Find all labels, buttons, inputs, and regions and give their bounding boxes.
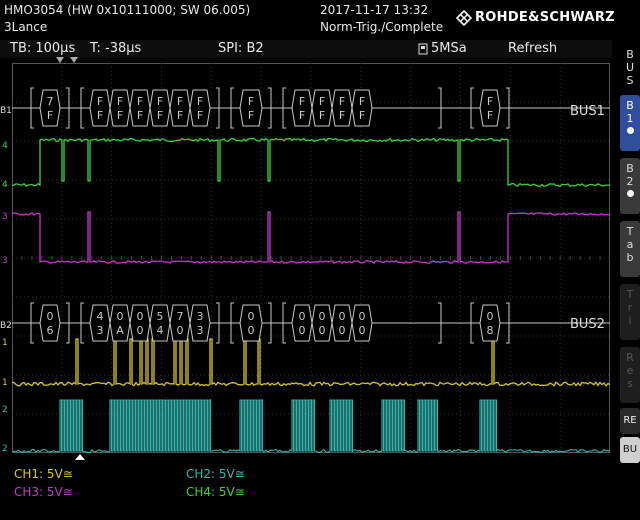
bus-byte-low: 3 <box>197 324 204 337</box>
bus-byte-low: 0 <box>137 324 144 337</box>
trigger-time[interactable]: T: -38µs <box>90 41 141 56</box>
bus-byte-low: F <box>319 109 325 122</box>
timebase[interactable]: TB: 100µs <box>10 41 75 56</box>
bus-byte-high: 0 <box>47 310 54 323</box>
bus-byte-high: F <box>339 95 345 108</box>
bus-byte-low: 0 <box>359 324 366 337</box>
ref-button[interactable]: RE <box>620 408 640 434</box>
ch4-high-marker: 4 <box>2 141 8 151</box>
bus-byte-high: 0 <box>359 310 366 323</box>
bus-byte-low: F <box>177 109 183 122</box>
bus-byte-high: 4 <box>97 310 104 323</box>
trigger-status: Norm-Trig./Complete <box>320 20 444 34</box>
bus-byte-high: F <box>157 95 163 108</box>
bus-byte-low: 0 <box>319 324 326 337</box>
bus-byte-high: F <box>197 95 203 108</box>
bus-byte-high: 7 <box>177 310 184 323</box>
bus-byte-low: F <box>299 109 305 122</box>
table-button[interactable]: Tab <box>620 221 640 277</box>
bus-byte-high: 0 <box>339 310 346 323</box>
bus-byte-high: F <box>487 95 493 108</box>
bus-byte-high: 5 <box>157 310 164 323</box>
bus-byte-low: 0 <box>248 324 255 337</box>
b2-selected-icon <box>626 190 634 197</box>
trigger-top-marker <box>56 57 78 63</box>
bus-byte-high: 0 <box>487 310 494 323</box>
bus-byte-low: 0 <box>177 324 184 337</box>
decode-label[interactable]: SPI: B2 <box>218 41 264 56</box>
bus-byte-low: F <box>339 109 345 122</box>
ch1-high-marker: 1 <box>2 338 8 348</box>
bus-byte-low: 0 <box>299 324 306 337</box>
bus-byte-low: 4 <box>157 324 164 337</box>
disabled-menu-button-1: Tri <box>620 284 640 340</box>
user-name: 3Lance <box>4 20 48 34</box>
bus-byte-low: F <box>248 109 254 122</box>
ch1-setting[interactable]: CH1: 5V≅ <box>14 467 73 481</box>
bus-byte-high: 0 <box>117 310 124 323</box>
bus-byte-high: F <box>177 95 183 108</box>
disabled-menu-button-2: Res <box>620 347 640 403</box>
instrument-model: HMO3054 (HW 0x10111000; SW 06.005) <box>4 3 251 17</box>
bus2-label: BUS2 <box>570 317 605 332</box>
bus-b1-button[interactable]: B1 <box>620 95 640 151</box>
sample-rate: 5MSa <box>431 41 467 56</box>
bus-byte-high: F <box>97 95 103 108</box>
ch4-low-marker: 4 <box>2 180 8 190</box>
bus-byte-high: F <box>248 95 254 108</box>
bus-byte-high: 0 <box>248 310 255 323</box>
bus2-marker: B2 <box>0 321 12 331</box>
datetime: 2017-11-17 13:32 <box>320 3 429 17</box>
ch3-setting[interactable]: CH3: 5V≅ <box>14 485 73 499</box>
bus-byte-low: 8 <box>487 324 494 337</box>
bus-byte-high: 7 <box>47 95 54 108</box>
bus-byte-low: 6 <box>47 324 54 337</box>
bus-menu-button[interactable]: BU <box>620 437 640 463</box>
bus-byte-high: F <box>117 95 123 108</box>
trigger-position-marker <box>75 454 85 460</box>
bus-byte-low: F <box>137 109 143 122</box>
info-bar: TB: 100µs T: -38µs SPI: B2 5MSa Refresh <box>0 40 612 58</box>
b1-selected-icon <box>626 127 634 134</box>
ch2-low-marker: 2 <box>2 444 8 454</box>
brand-name: ROHDE&SCHWARZ <box>475 10 615 25</box>
bus-byte-low: F <box>487 109 493 122</box>
ch3-low-marker: 3 <box>2 256 8 266</box>
bus-byte-low: A <box>116 324 124 337</box>
bus-byte-high: 0 <box>319 310 326 323</box>
soft-menu: BUS B1 B2 Tab Tri Res RE BU <box>620 40 640 520</box>
bus-byte-high: F <box>137 95 143 108</box>
bus-byte-high: F <box>299 95 305 108</box>
bus-byte-low: F <box>47 109 53 122</box>
ch3-high-marker: 3 <box>2 212 8 222</box>
memory-icon <box>418 43 428 55</box>
bus-byte-low: F <box>157 109 163 122</box>
ch1-low-marker: 1 <box>2 378 8 388</box>
rs-diamond-icon <box>456 10 472 26</box>
bus1-label: BUS1 <box>570 104 605 119</box>
bus-b2-button[interactable]: B2 <box>620 158 640 214</box>
bus-byte-low: 3 <box>97 324 104 337</box>
bus-byte-low: F <box>97 109 103 122</box>
bus-byte-high: F <box>359 95 365 108</box>
bus-byte-high: 0 <box>137 310 144 323</box>
bus-byte-high: 3 <box>197 310 204 323</box>
bus-byte-high: 0 <box>299 310 306 323</box>
acquisition-mode[interactable]: Refresh <box>508 41 557 56</box>
bus-byte-high: F <box>319 95 325 108</box>
bus-byte-low: 0 <box>339 324 346 337</box>
waveform-display[interactable]: 7FFFFFFFFFFFFFFFFFFFFFFFFF06430A00547033… <box>12 63 610 453</box>
ch2-setting[interactable]: CH2: 5V≅ <box>186 467 245 481</box>
menu-title: BUS <box>625 48 635 87</box>
ch4-setting[interactable]: CH4: 5V≅ <box>186 485 245 499</box>
bus-byte-low: F <box>197 109 203 122</box>
bus-byte-low: F <box>117 109 123 122</box>
bus-byte-low: F <box>359 109 365 122</box>
ch2-high-marker: 2 <box>2 405 8 415</box>
bus1-marker: B1 <box>0 106 12 116</box>
